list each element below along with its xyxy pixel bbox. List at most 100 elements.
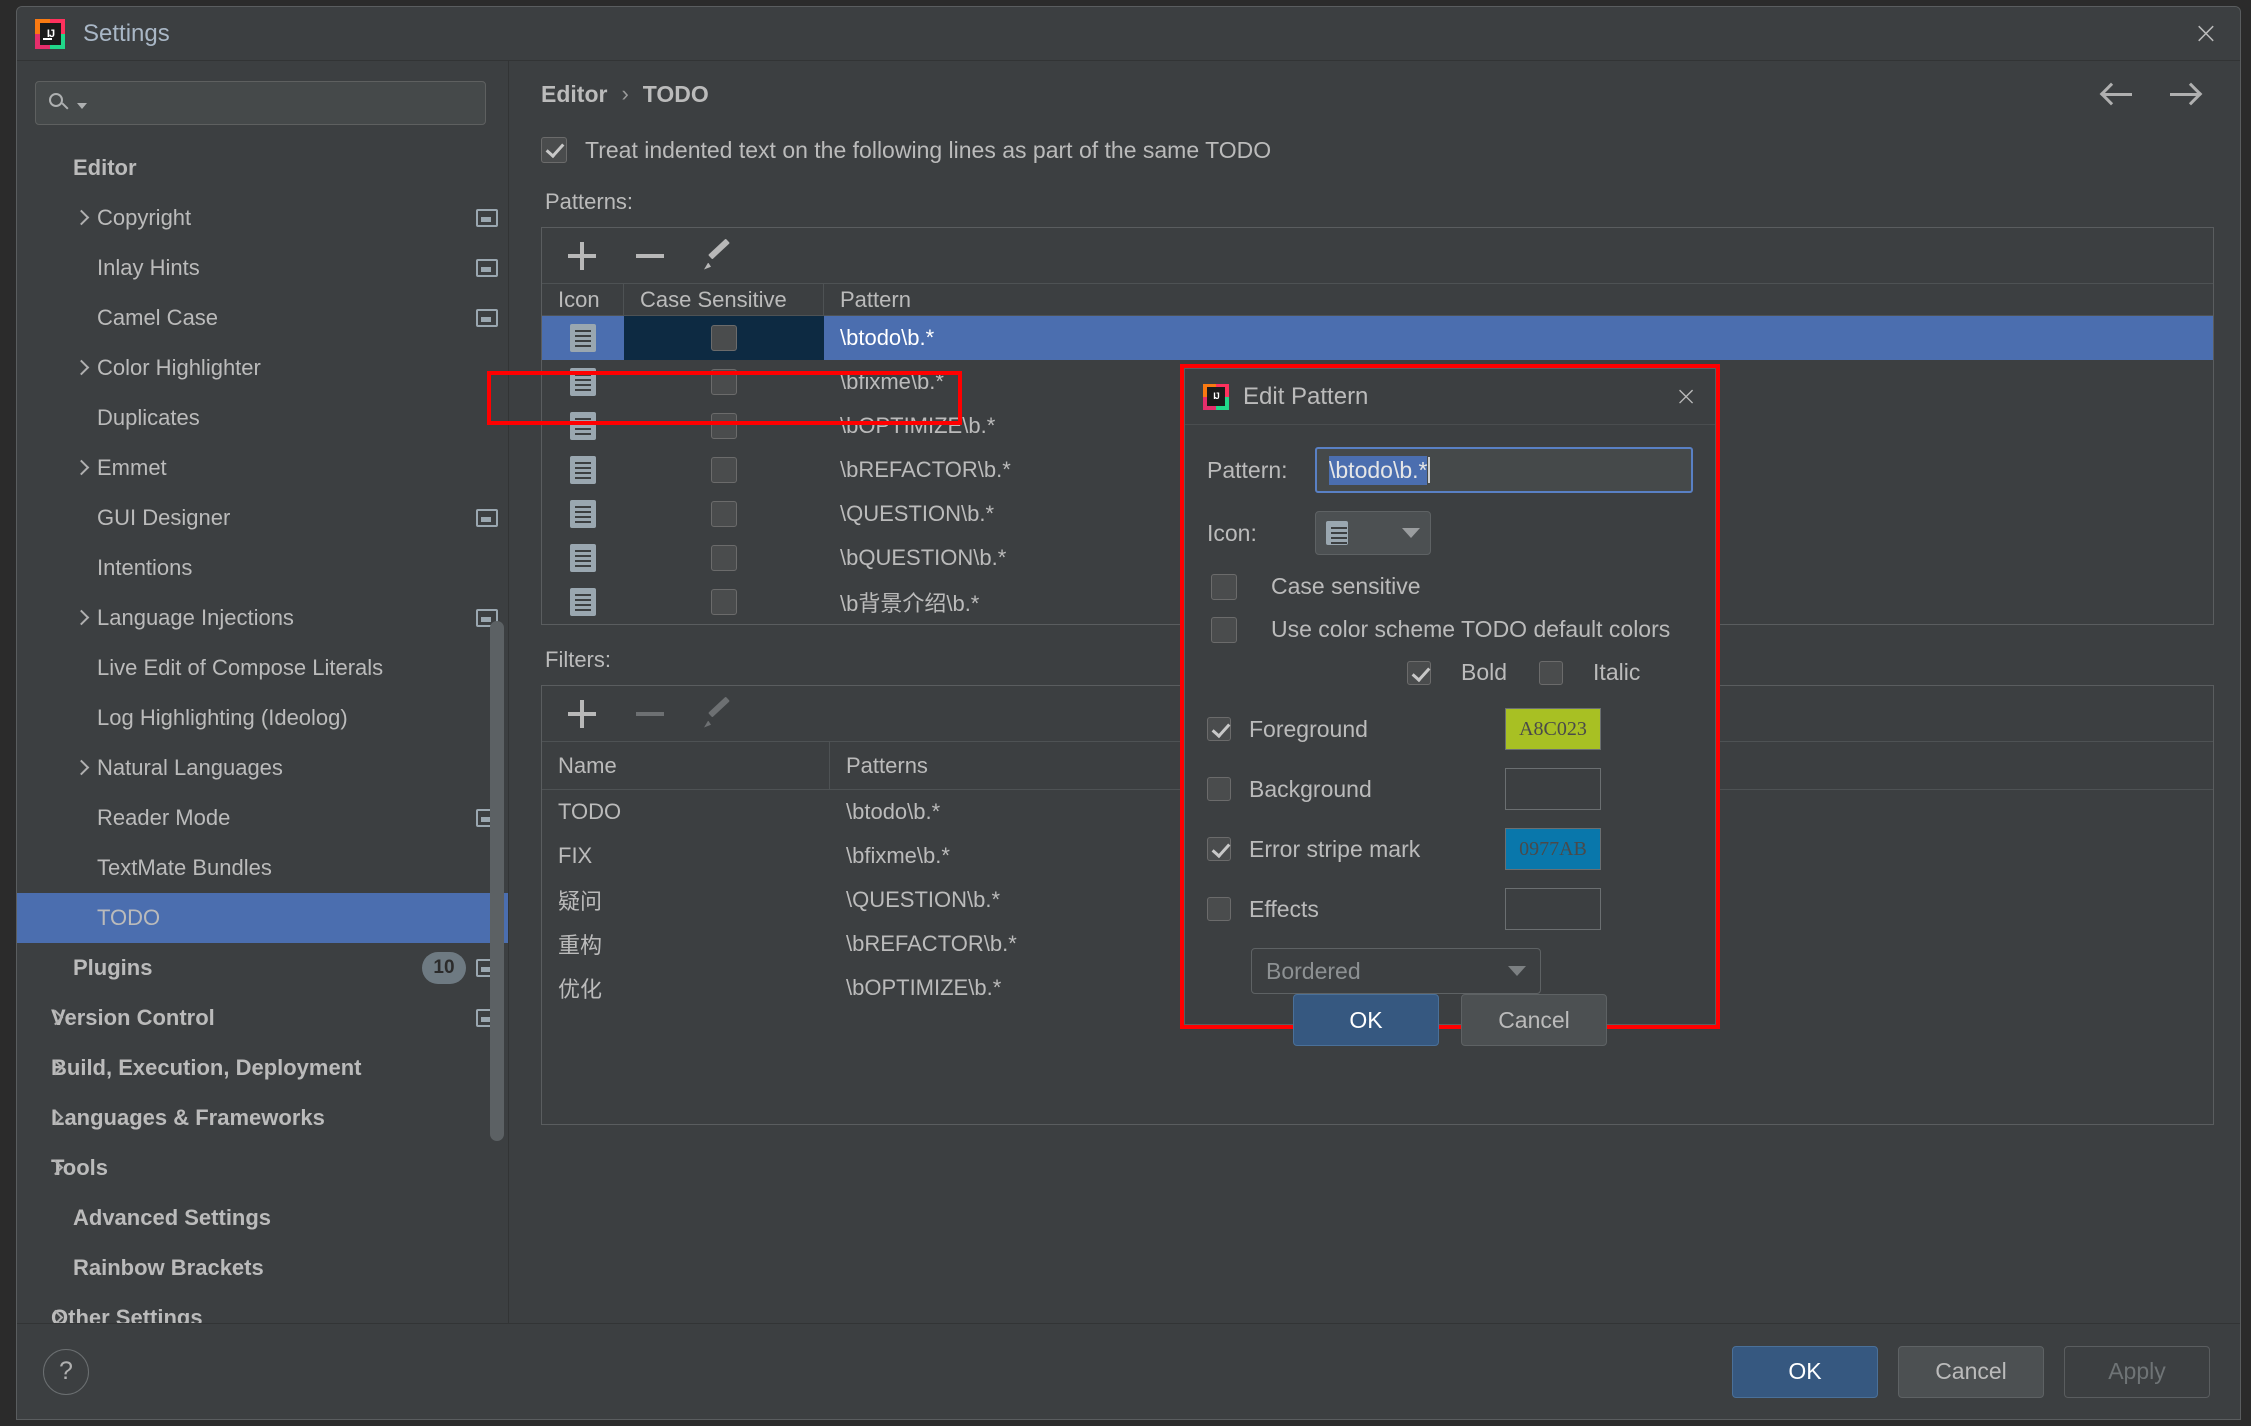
- case-sensitive-cell[interactable]: [624, 448, 824, 492]
- dialog-ok-button[interactable]: OK: [1293, 994, 1439, 1046]
- sidebar-item-other-settings[interactable]: Other Settings: [17, 1293, 508, 1323]
- remove-filter-button[interactable]: [632, 696, 668, 732]
- background-color-swatch[interactable]: [1505, 768, 1601, 810]
- row-case-sensitive-checkbox[interactable]: [711, 589, 737, 615]
- sidebar-item-todo[interactable]: TODO: [17, 893, 508, 943]
- row-case-sensitive-checkbox[interactable]: [711, 501, 737, 527]
- chevron-right-icon[interactable]: [73, 610, 89, 626]
- pattern-input[interactable]: \btodo\b.*: [1315, 447, 1693, 493]
- sidebar-item-camel-case[interactable]: Camel Case: [17, 293, 508, 343]
- sidebar-item-advanced-settings[interactable]: Advanced Settings: [17, 1193, 508, 1243]
- pattern-cell[interactable]: \QUESTION\b.*: [824, 492, 1008, 536]
- filter-name-cell[interactable]: TODO: [542, 790, 830, 834]
- error-stripe-color-swatch[interactable]: 0977AB: [1505, 828, 1601, 870]
- case-sensitive-checkbox[interactable]: [1211, 573, 1237, 600]
- pattern-cell[interactable]: \bfixme\b.*: [824, 360, 958, 404]
- sidebar-item-rainbow-brackets[interactable]: Rainbow Brackets: [17, 1243, 508, 1293]
- sidebar-item-log-highlighting-ideolog[interactable]: Log Highlighting (Ideolog): [17, 693, 508, 743]
- pattern-icon-cell[interactable]: [542, 404, 624, 448]
- foreground-color-swatch[interactable]: A8C023: [1505, 708, 1601, 750]
- filter-name-cell[interactable]: 疑问: [542, 878, 830, 922]
- sidebar-item-textmate-bundles[interactable]: TextMate Bundles: [17, 843, 508, 893]
- pattern-cell[interactable]: \b背景介绍\b.*: [824, 580, 993, 624]
- row-case-sensitive-checkbox[interactable]: [711, 457, 737, 483]
- breadcrumb-parent[interactable]: Editor: [541, 81, 607, 108]
- case-sensitive-cell[interactable]: [624, 404, 824, 448]
- sidebar-item-color-highlighter[interactable]: Color Highlighter: [17, 343, 508, 393]
- pattern-cell[interactable]: \bQUESTION\b.*: [824, 536, 1020, 580]
- sidebar-scrollbar[interactable]: [490, 621, 504, 1141]
- sidebar-item-inlay-hints[interactable]: Inlay Hints: [17, 243, 508, 293]
- use-default-colors-checkbox[interactable]: [1211, 616, 1237, 643]
- pattern-icon-cell[interactable]: [542, 492, 624, 536]
- row-case-sensitive-checkbox[interactable]: [711, 413, 737, 439]
- background-checkbox[interactable]: [1207, 777, 1231, 801]
- add-pattern-button[interactable]: [564, 238, 600, 274]
- sidebar-item-version-control[interactable]: Version Control: [17, 993, 508, 1043]
- patterns-col-icon[interactable]: Icon: [542, 284, 624, 315]
- help-button[interactable]: ?: [43, 1348, 89, 1395]
- sidebar-item-tools[interactable]: Tools: [17, 1143, 508, 1193]
- search-input[interactable]: [35, 81, 486, 125]
- case-sensitive-cell[interactable]: [624, 360, 824, 404]
- case-sensitive-cell[interactable]: [624, 580, 824, 624]
- chevron-right-icon[interactable]: [73, 210, 89, 226]
- chevron-right-icon[interactable]: [47, 1160, 63, 1176]
- effects-style-select[interactable]: Bordered: [1251, 948, 1541, 994]
- sidebar-item-emmet[interactable]: Emmet: [17, 443, 508, 493]
- sidebar-item-duplicates[interactable]: Duplicates: [17, 393, 508, 443]
- sidebar-item-build-execution-deployment[interactable]: Build, Execution, Deployment: [17, 1043, 508, 1093]
- cancel-button[interactable]: Cancel: [1898, 1345, 2044, 1398]
- remove-pattern-button[interactable]: [632, 238, 668, 274]
- forward-arrow-icon[interactable]: [2164, 74, 2204, 114]
- dialog-close-icon[interactable]: ×: [1669, 380, 1703, 414]
- sidebar-item-gui-designer[interactable]: GUI Designer: [17, 493, 508, 543]
- case-sensitive-cell[interactable]: [624, 536, 824, 580]
- treat-indented-checkbox[interactable]: [541, 137, 567, 163]
- sidebar-item-live-edit-of-compose-literals[interactable]: Live Edit of Compose Literals: [17, 643, 508, 693]
- sidebar-item-copyright[interactable]: Copyright: [17, 193, 508, 243]
- pattern-cell[interactable]: \btodo\b.*: [824, 316, 949, 360]
- chevron-right-icon[interactable]: [47, 1110, 63, 1126]
- pattern-icon-cell[interactable]: [542, 360, 624, 404]
- close-icon[interactable]: ×: [2186, 14, 2226, 54]
- effects-color-swatch[interactable]: [1505, 888, 1601, 930]
- patterns-col-pattern[interactable]: Pattern: [824, 284, 2213, 315]
- chevron-right-icon[interactable]: [73, 760, 89, 776]
- case-sensitive-cell[interactable]: [624, 316, 824, 360]
- pattern-cell[interactable]: \bREFACTOR\b.*: [824, 448, 1025, 492]
- chevron-right-icon[interactable]: [47, 1310, 63, 1323]
- dialog-cancel-button[interactable]: Cancel: [1461, 994, 1607, 1046]
- add-filter-button[interactable]: [564, 696, 600, 732]
- chevron-right-icon[interactable]: [47, 1010, 63, 1026]
- filter-name-cell[interactable]: 优化: [542, 966, 830, 1010]
- chevron-right-icon[interactable]: [47, 1060, 63, 1076]
- icon-select[interactable]: [1315, 511, 1431, 555]
- edit-filter-button[interactable]: [700, 696, 736, 732]
- row-case-sensitive-checkbox[interactable]: [711, 325, 737, 351]
- apply-button[interactable]: Apply: [2064, 1345, 2210, 1398]
- pattern-icon-cell[interactable]: [542, 536, 624, 580]
- case-sensitive-cell[interactable]: [624, 492, 824, 536]
- chevron-right-icon[interactable]: [73, 460, 89, 476]
- sidebar-item-language-injections[interactable]: Language Injections: [17, 593, 508, 643]
- patterns-col-case[interactable]: Case Sensitive: [624, 284, 824, 315]
- sidebar-item-languages-frameworks[interactable]: Languages & Frameworks: [17, 1093, 508, 1143]
- edit-pattern-button[interactable]: [700, 238, 736, 274]
- effects-checkbox[interactable]: [1207, 897, 1231, 921]
- ok-button[interactable]: OK: [1732, 1345, 1878, 1398]
- pattern-icon-cell[interactable]: [542, 580, 624, 624]
- pattern-icon-cell[interactable]: [542, 316, 624, 360]
- error-stripe-checkbox[interactable]: [1207, 837, 1231, 861]
- filter-name-cell[interactable]: FIX: [542, 834, 830, 878]
- row-case-sensitive-checkbox[interactable]: [711, 545, 737, 571]
- pattern-cell[interactable]: \bOPTIMIZE\b.*: [824, 404, 1009, 448]
- foreground-checkbox[interactable]: [1207, 717, 1231, 741]
- back-arrow-icon[interactable]: [2098, 74, 2138, 114]
- table-row[interactable]: \btodo\b.*: [542, 316, 2213, 360]
- filters-col-name[interactable]: Name: [542, 742, 830, 789]
- pattern-icon-cell[interactable]: [542, 448, 624, 492]
- sidebar-item-editor[interactable]: Editor: [17, 143, 508, 193]
- sidebar-item-plugins[interactable]: Plugins 10: [17, 943, 508, 993]
- filter-name-cell[interactable]: 重构: [542, 922, 830, 966]
